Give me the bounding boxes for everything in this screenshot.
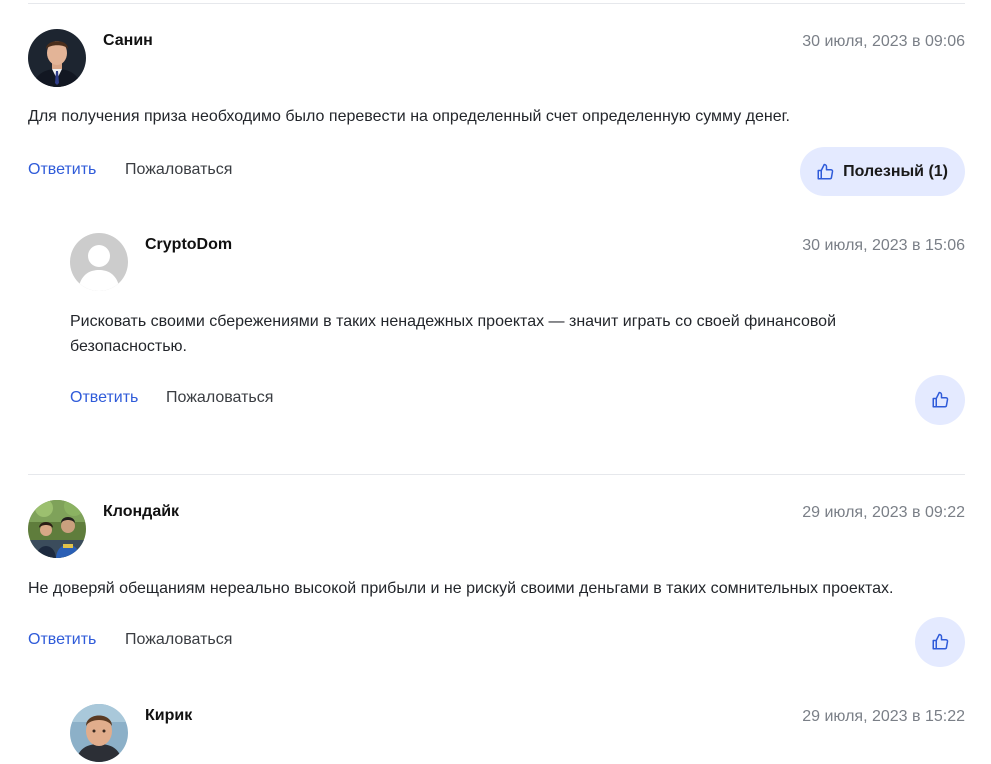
useful-count-label: Полезный (1) — [843, 162, 948, 180]
comment-text: Не доверяй обещаниям нереально высокой п… — [28, 580, 894, 597]
comment-klondike: Клондайк 29 июля, 2023 в 09:22 Не доверя… — [28, 500, 965, 670]
comment-kirik: Кирик 29 июля, 2023 в 15:22 — [70, 704, 965, 763]
comment-actions: Ответить Пожаловаться — [28, 617, 965, 667]
reply-link[interactable]: Ответить — [28, 631, 96, 649]
author-name[interactable]: CryptoDom — [145, 236, 232, 254]
author-name[interactable]: Санин — [103, 32, 153, 50]
report-link[interactable]: Пожаловаться — [125, 631, 232, 649]
thumbs-up-icon — [931, 633, 949, 651]
top-divider — [28, 3, 965, 4]
avatar[interactable] — [70, 704, 128, 762]
comment-date: 30 июля, 2023 в 09:06 — [802, 33, 965, 50]
comment-header: Санин 30 июля, 2023 в 09:06 — [28, 29, 965, 89]
comment-header: CryptoDom 30 июля, 2023 в 15:06 — [70, 233, 965, 293]
comment-divider — [28, 474, 965, 475]
useful-button[interactable] — [915, 375, 965, 425]
comment-text: Рисковать своими сбережениями в таких не… — [70, 313, 837, 355]
comment-text: Для получения приза необходимо было пере… — [28, 108, 790, 125]
thumbs-up-icon — [931, 391, 949, 409]
useful-button[interactable] — [915, 617, 965, 667]
avatar[interactable] — [28, 29, 86, 87]
report-link[interactable]: Пожаловаться — [166, 389, 273, 407]
comment-actions: Ответить Пожаловаться — [70, 375, 965, 425]
comment-date: 29 июля, 2023 в 09:22 — [802, 504, 965, 521]
comment-date: 29 июля, 2023 в 15:22 — [802, 708, 965, 725]
reply-link[interactable]: Ответить — [28, 161, 96, 179]
comment-actions: Ответить Пожаловаться Полезный (1) — [28, 147, 965, 197]
report-link[interactable]: Пожаловаться — [125, 161, 232, 179]
useful-button[interactable]: Полезный (1) — [800, 147, 965, 196]
avatar[interactable] — [70, 233, 128, 291]
thumbs-up-icon — [816, 163, 834, 181]
author-name[interactable]: Кирик — [145, 707, 192, 725]
comment-cryptodom: CryptoDom 30 июля, 2023 в 15:06 Рисковат… — [70, 233, 965, 433]
comment-date: 30 июля, 2023 в 15:06 — [802, 237, 965, 254]
user-silhouette-icon — [70, 233, 128, 291]
reply-link[interactable]: Ответить — [70, 389, 138, 407]
comment-sanin: Санин 30 июля, 2023 в 09:06 Для получени… — [28, 29, 965, 199]
author-name[interactable]: Клондайк — [103, 503, 179, 521]
comment-header: Клондайк 29 июля, 2023 в 09:22 — [28, 500, 965, 560]
comment-header: Кирик 29 июля, 2023 в 15:22 — [70, 704, 965, 764]
avatar[interactable] — [28, 500, 86, 558]
